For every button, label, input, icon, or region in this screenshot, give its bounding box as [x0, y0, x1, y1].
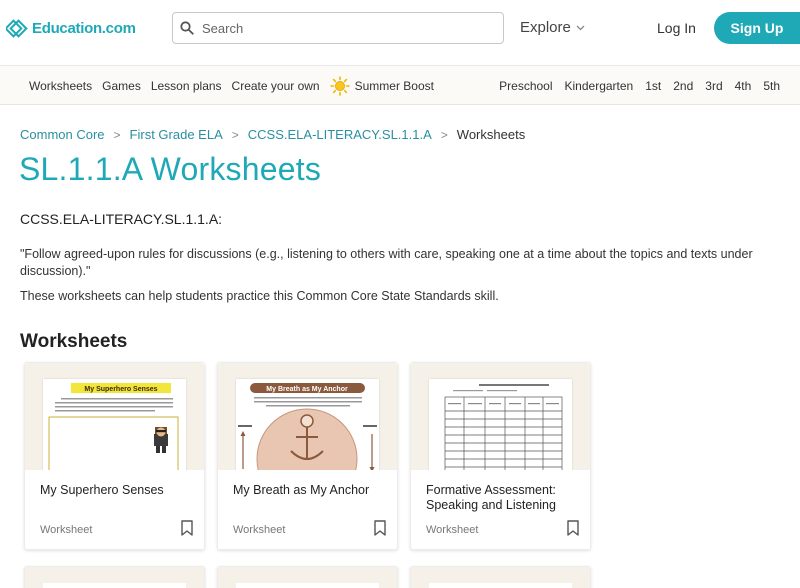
grade-preschool[interactable]: Preschool	[499, 79, 552, 93]
bookmark-icon[interactable]	[567, 520, 579, 536]
breadcrumb-common-core[interactable]: Common Core	[20, 127, 105, 142]
worksheet-card-partial[interactable]	[217, 566, 398, 588]
page-title: SL.1.1.A Worksheets	[19, 151, 322, 187]
standard-description: "Follow agreed-upon rules for discussion…	[20, 247, 753, 278]
worksheet-preview-image	[429, 379, 572, 470]
worksheet-thumbnail[interactable]	[411, 567, 590, 588]
breadcrumb-separator: >	[440, 127, 448, 142]
worksheet-card[interactable]: Formative Assessment: Speaking and Liste…	[410, 362, 591, 550]
grade-kindergarten[interactable]: Kindergarten	[565, 79, 634, 93]
breadcrumb-separator: >	[231, 127, 239, 142]
worksheet-type-label: Worksheet	[40, 524, 93, 536]
standard-helper-text: These worksheets can help students pract…	[20, 289, 499, 303]
explore-label: Explore	[520, 19, 571, 36]
grade-1st[interactable]: 1st	[645, 79, 661, 93]
worksheet-type-label: Worksheet	[233, 524, 286, 536]
summer-boost-label: Summer Boost	[354, 78, 434, 93]
worksheet-card[interactable]: My Breath as My Anchor My Breath as My A…	[217, 362, 398, 550]
nav-summer-boost[interactable]: Summer Boost	[329, 75, 434, 96]
search-box[interactable]	[172, 12, 504, 44]
worksheet-card-partial[interactable]	[410, 566, 591, 588]
thumb-heading-breath: My Breath as My Anchor	[266, 386, 348, 393]
worksheet-title[interactable]: Formative Assessment: Speaking and Liste…	[426, 483, 581, 512]
category-nav: Worksheets Games Lesson plans Create you…	[0, 66, 800, 105]
explore-menu[interactable]: Explore	[520, 19, 585, 36]
bookmark-icon[interactable]	[181, 520, 193, 536]
breadcrumb-first-grade-ela[interactable]: First Grade ELA	[130, 127, 223, 142]
bookmark-icon[interactable]	[374, 520, 386, 536]
worksheet-thumbnail[interactable]: My Superhero Senses	[25, 363, 204, 470]
breadcrumb: Common Core > First Grade ELA > CCSS.ELA…	[20, 127, 525, 142]
nav-worksheets[interactable]: Worksheets	[29, 79, 92, 93]
worksheet-preview-image: My Breath as My Anchor	[236, 379, 379, 470]
grade-5th[interactable]: 5th	[763, 79, 780, 93]
sun-icon	[329, 75, 350, 96]
worksheet-type-label: Worksheet	[426, 524, 479, 536]
worksheet-thumbnail[interactable]	[411, 363, 590, 470]
worksheet-preview-image	[429, 583, 572, 588]
chevron-down-icon	[576, 25, 585, 31]
nav-lesson-plans[interactable]: Lesson plans	[151, 79, 222, 93]
search-icon	[180, 21, 194, 35]
worksheet-preview-image	[236, 583, 379, 588]
worksheet-preview-image: My Superhero Senses	[43, 379, 186, 470]
worksheet-thumbnail[interactable]	[25, 567, 204, 588]
thumb-heading-superhero: My Superhero Senses	[84, 386, 157, 393]
breadcrumb-standard[interactable]: CCSS.ELA-LITERACY.SL.1.1.A	[248, 127, 432, 142]
logo-mark-icon	[6, 19, 28, 38]
category-nav-left: Worksheets Games Lesson plans Create you…	[29, 66, 434, 105]
signup-button[interactable]: Sign Up	[714, 12, 800, 44]
worksheet-thumbnail[interactable]	[218, 567, 397, 588]
grade-3rd[interactable]: 3rd	[705, 79, 722, 93]
nav-games[interactable]: Games	[102, 79, 141, 93]
grade-2nd[interactable]: 2nd	[673, 79, 693, 93]
site-header: Education.com Explore Log In Sign Up	[0, 0, 800, 66]
nav-create-your-own[interactable]: Create your own	[232, 79, 320, 93]
standard-code: CCSS.ELA-LITERACY.SL.1.1.A:	[20, 211, 222, 227]
standard-code-colon: :	[218, 211, 223, 227]
logo-text: Education.com	[32, 19, 136, 37]
worksheet-card-partial[interactable]	[24, 566, 205, 588]
worksheet-preview-image	[43, 583, 186, 588]
grade-nav: Preschool Kindergarten 1st 2nd 3rd 4th 5…	[487, 66, 780, 105]
worksheet-card[interactable]: My Superhero Senses My Superhero Senses …	[24, 362, 205, 550]
worksheet-thumbnail[interactable]: My Breath as My Anchor	[218, 363, 397, 470]
grade-4th[interactable]: 4th	[735, 79, 752, 93]
breadcrumb-separator: >	[113, 127, 121, 142]
standard-code-text: CCSS.ELA-LITERACY.SL.1.1.A	[20, 211, 219, 227]
site-logo[interactable]: Education.com	[6, 16, 136, 40]
login-link[interactable]: Log In	[657, 20, 696, 36]
worksheets-section-title: Worksheets	[20, 331, 128, 352]
breadcrumb-current: Worksheets	[456, 127, 526, 142]
search-input[interactable]	[202, 20, 492, 36]
worksheet-title[interactable]: My Breath as My Anchor	[233, 483, 388, 498]
worksheet-title[interactable]: My Superhero Senses	[40, 483, 195, 498]
